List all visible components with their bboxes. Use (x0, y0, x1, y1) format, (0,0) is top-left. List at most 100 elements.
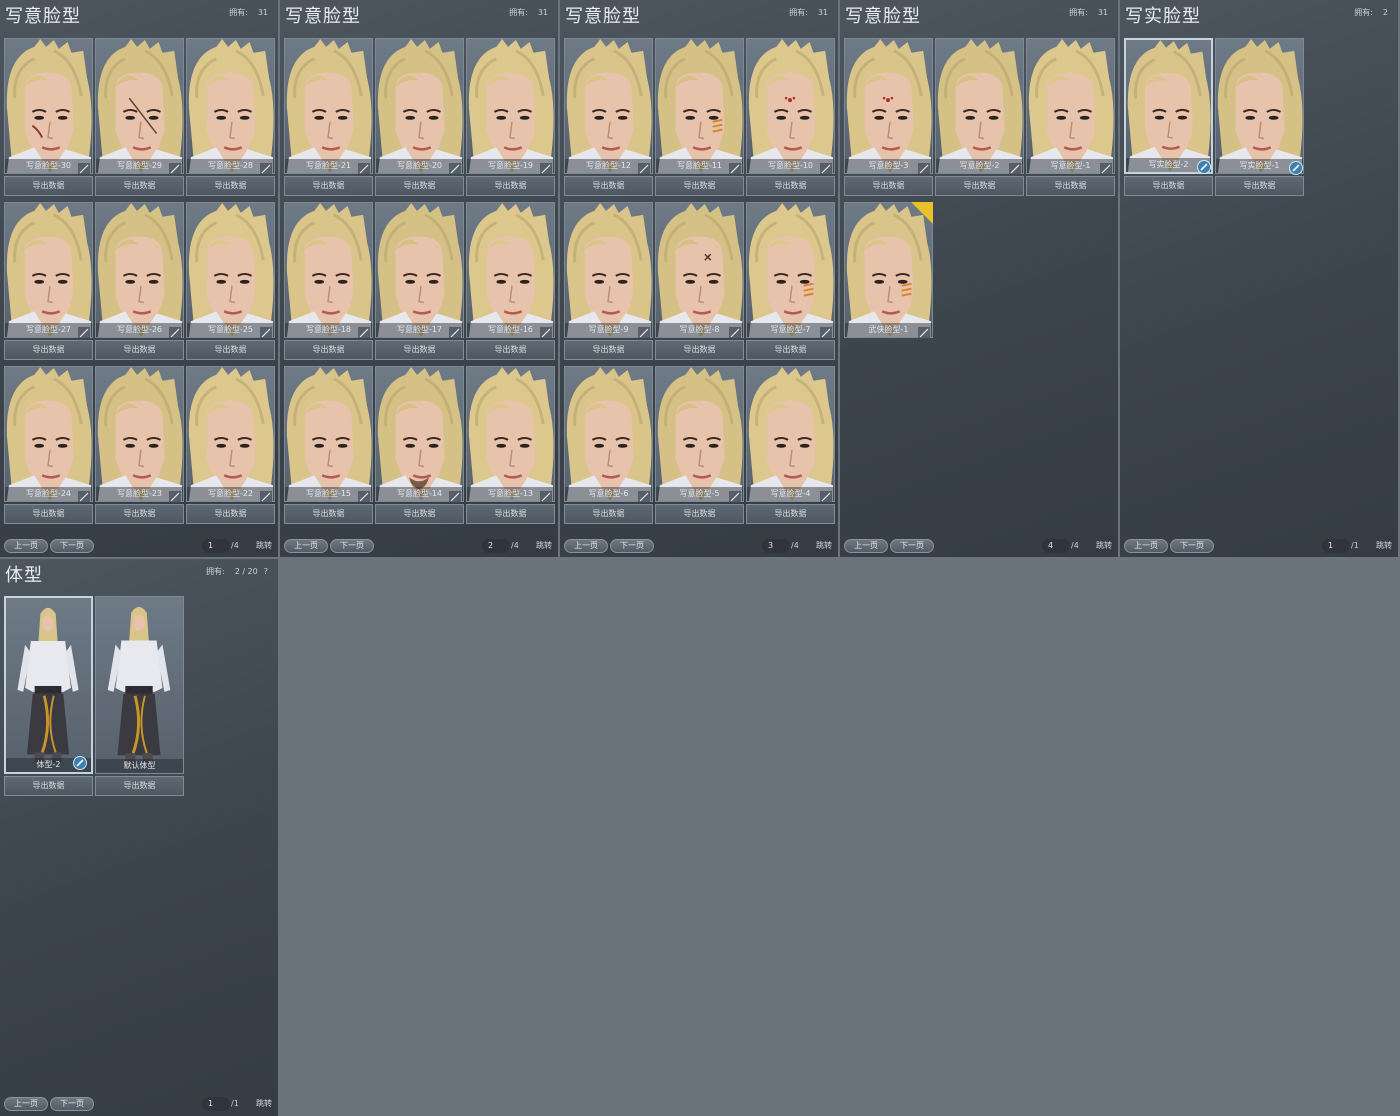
edit-icon[interactable] (78, 324, 90, 339)
export-data-button[interactable]: 导出数据 (1124, 176, 1213, 196)
edit-icon[interactable] (729, 488, 741, 503)
export-data-button[interactable]: 导出数据 (564, 504, 653, 524)
face-card[interactable]: 写意脸型-1 (1026, 38, 1115, 175)
next-page-button[interactable]: 下一页 (50, 539, 94, 553)
jump-button[interactable]: 跳转 (1376, 539, 1392, 553)
edit-icon[interactable] (540, 488, 552, 503)
face-card[interactable]: 写意脸型-26 (95, 202, 184, 339)
face-card[interactable]: 写意脸型-28 (186, 38, 275, 175)
face-card[interactable]: 写意脸型-23 (95, 366, 184, 503)
edit-icon[interactable] (729, 324, 741, 339)
export-data-button[interactable]: 导出数据 (1215, 176, 1304, 196)
jump-button[interactable]: 跳转 (1096, 539, 1112, 553)
body-card[interactable]: 默认体型 (95, 596, 184, 774)
export-data-button[interactable]: 导出数据 (655, 340, 744, 360)
face-card[interactable]: 写意脸型-6 (564, 366, 653, 503)
export-data-button[interactable]: 导出数据 (95, 340, 184, 360)
edit-icon[interactable] (449, 324, 461, 339)
export-data-button[interactable]: 导出数据 (655, 504, 744, 524)
edit-icon[interactable] (449, 160, 461, 175)
export-data-button[interactable]: 导出数据 (95, 776, 184, 796)
face-card[interactable]: 写意脸型-13 (466, 366, 555, 503)
face-card[interactable]: 写意脸型-9 (564, 202, 653, 339)
export-data-button[interactable]: 导出数据 (746, 176, 835, 196)
export-data-button[interactable]: 导出数据 (186, 176, 275, 196)
face-card[interactable]: 写意脸型-5 (655, 366, 744, 503)
export-data-button[interactable]: 导出数据 (844, 176, 933, 196)
page-input[interactable]: 3 (762, 539, 790, 553)
edit-icon[interactable] (540, 324, 552, 339)
face-card[interactable]: 写意脸型-17 (375, 202, 464, 339)
face-card[interactable]: 写意脸型-10 (746, 38, 835, 175)
export-data-button[interactable]: 导出数据 (655, 176, 744, 196)
export-data-button[interactable]: 导出数据 (186, 340, 275, 360)
export-data-button[interactable]: 导出数据 (284, 176, 373, 196)
edit-icon[interactable] (1009, 160, 1021, 175)
edit-icon[interactable] (260, 160, 272, 175)
export-data-button[interactable]: 导出数据 (935, 176, 1024, 196)
export-data-button[interactable]: 导出数据 (466, 340, 555, 360)
page-input[interactable]: 2 (482, 539, 510, 553)
edit-icon[interactable] (449, 488, 461, 503)
face-card[interactable]: 写意脸型-8 (655, 202, 744, 339)
export-data-button[interactable]: 导出数据 (375, 504, 464, 524)
jump-button[interactable]: 跳转 (256, 539, 272, 553)
edit-icon[interactable] (358, 488, 370, 503)
jump-button[interactable]: 跳转 (536, 539, 552, 553)
export-data-button[interactable]: 导出数据 (4, 176, 93, 196)
face-card[interactable]: 写意脸型-20 (375, 38, 464, 175)
edit-icon[interactable] (638, 324, 650, 339)
export-data-button[interactable]: 导出数据 (564, 340, 653, 360)
prev-page-button[interactable]: 上一页 (284, 539, 328, 553)
export-data-button[interactable]: 导出数据 (4, 776, 93, 796)
prev-page-button[interactable]: 上一页 (564, 539, 608, 553)
export-data-button[interactable]: 导出数据 (564, 176, 653, 196)
face-card[interactable]: 写意脸型-18 (284, 202, 373, 339)
next-page-button[interactable]: 下一页 (610, 539, 654, 553)
export-data-button[interactable]: 导出数据 (1026, 176, 1115, 196)
face-card[interactable]: 写意脸型-11 (655, 38, 744, 175)
page-input[interactable]: 1 (1322, 539, 1350, 553)
prev-page-button[interactable]: 上一页 (4, 539, 48, 553)
export-data-button[interactable]: 导出数据 (186, 504, 275, 524)
help-icon[interactable]: ? (264, 567, 268, 576)
export-data-button[interactable]: 导出数据 (466, 176, 555, 196)
edit-icon[interactable] (358, 324, 370, 339)
edit-icon[interactable] (820, 324, 832, 339)
face-card[interactable]: 写实脸型-1 (1215, 38, 1304, 175)
face-card[interactable]: 写意脸型-21 (284, 38, 373, 175)
face-card[interactable]: 写意脸型-24 (4, 366, 93, 503)
edit-icon[interactable] (820, 160, 832, 175)
edit-icon[interactable] (540, 160, 552, 175)
edit-icon[interactable] (260, 324, 272, 339)
edit-icon[interactable] (260, 488, 272, 503)
face-card[interactable]: 写意脸型-15 (284, 366, 373, 503)
in-use-check-icon[interactable] (1197, 159, 1211, 174)
face-card[interactable]: 写意脸型-25 (186, 202, 275, 339)
face-card[interactable]: 武侠脸型-1 (844, 202, 933, 339)
body-card[interactable]: 体型-2 (4, 596, 93, 774)
edit-icon[interactable] (78, 488, 90, 503)
face-card[interactable]: 写意脸型-16 (466, 202, 555, 339)
face-card[interactable]: 写意脸型-3 (844, 38, 933, 175)
face-card[interactable]: 写意脸型-2 (935, 38, 1024, 175)
prev-page-button[interactable]: 上一页 (1124, 539, 1168, 553)
edit-icon[interactable] (169, 488, 181, 503)
export-data-button[interactable]: 导出数据 (746, 340, 835, 360)
jump-button[interactable]: 跳转 (816, 539, 832, 553)
face-card[interactable]: 写意脸型-12 (564, 38, 653, 175)
edit-icon[interactable] (820, 488, 832, 503)
page-input[interactable]: 4 (1042, 539, 1070, 553)
page-input[interactable]: 1 (202, 1097, 230, 1111)
face-card[interactable]: 写意脸型-7 (746, 202, 835, 339)
next-page-button[interactable]: 下一页 (890, 539, 934, 553)
export-data-button[interactable]: 导出数据 (466, 504, 555, 524)
prev-page-button[interactable]: 上一页 (844, 539, 888, 553)
face-card[interactable]: 写意脸型-19 (466, 38, 555, 175)
face-card[interactable]: 写意脸型-30 (4, 38, 93, 175)
export-data-button[interactable]: 导出数据 (375, 340, 464, 360)
face-card[interactable]: 写意脸型-27 (4, 202, 93, 339)
face-card[interactable]: 写实脸型-2 (1124, 38, 1213, 174)
edit-icon[interactable] (638, 488, 650, 503)
jump-button[interactable]: 跳转 (256, 1097, 272, 1111)
